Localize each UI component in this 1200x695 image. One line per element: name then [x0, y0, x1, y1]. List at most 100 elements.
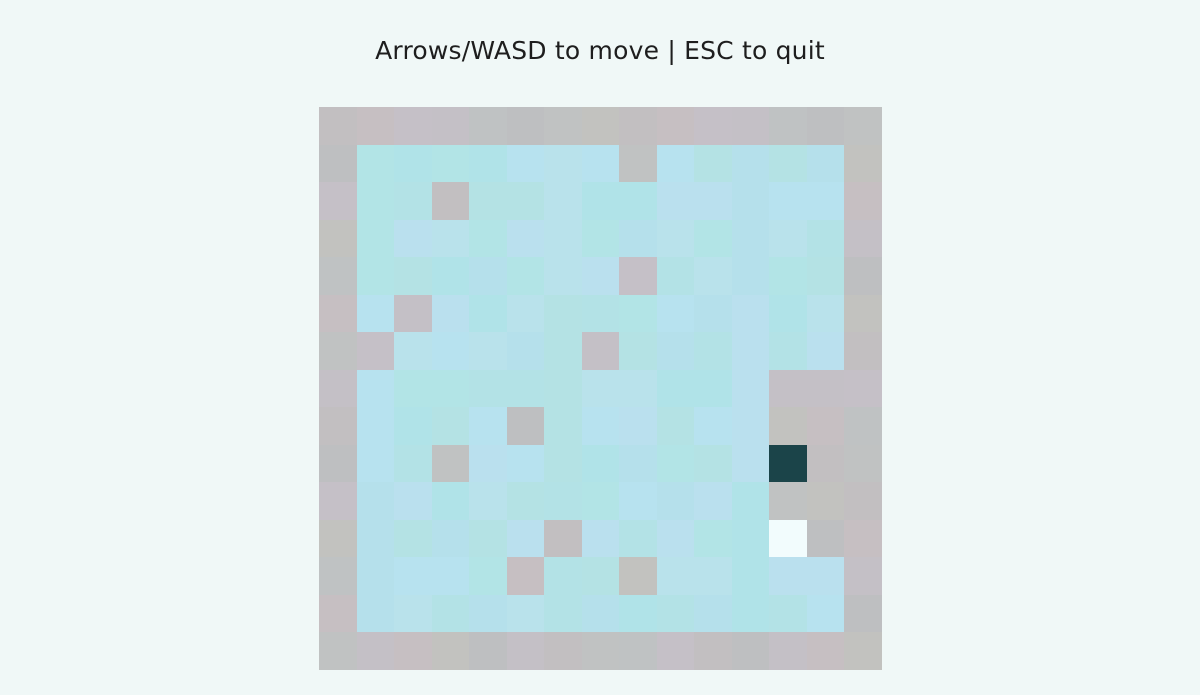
floor-tile — [581, 444, 620, 483]
wall-tile — [619, 144, 657, 183]
wall-tile — [806, 632, 845, 670]
floor-tile — [731, 332, 770, 370]
wall-tile — [319, 294, 357, 333]
floor-tile — [394, 182, 432, 220]
floor-tile — [506, 482, 545, 520]
floor-tile — [506, 144, 545, 183]
wall-tile — [844, 219, 882, 258]
instructions-text: Arrows/WASD to move | ESC to quit — [375, 36, 825, 65]
floor-tile — [394, 557, 432, 595]
floor-tile — [581, 219, 620, 258]
wall-tile — [581, 332, 620, 370]
wall-tile — [769, 407, 807, 445]
floor-tile — [694, 594, 732, 633]
floor-tile — [731, 519, 770, 558]
goal-tile — [769, 519, 807, 558]
wall-tile — [806, 107, 845, 145]
wall-tile — [319, 482, 357, 520]
floor-tile — [544, 407, 582, 445]
floor-tile — [656, 519, 695, 558]
floor-tile — [469, 294, 507, 333]
floor-tile — [394, 407, 432, 445]
floor-tile — [394, 369, 432, 408]
wall-tile — [544, 632, 582, 670]
floor-tile — [769, 144, 807, 183]
floor-tile — [544, 257, 582, 295]
floor-tile — [544, 482, 582, 520]
floor-tile — [619, 369, 657, 408]
wall-tile — [319, 182, 357, 220]
floor-tile — [731, 219, 770, 258]
floor-tile — [356, 144, 395, 183]
wall-tile — [769, 482, 807, 520]
floor-tile — [694, 369, 732, 408]
floor-tile — [731, 144, 770, 183]
floor-tile — [431, 519, 470, 558]
wall-tile — [656, 632, 695, 670]
floor-tile — [769, 219, 807, 258]
floor-tile — [731, 294, 770, 333]
floor-tile — [431, 219, 470, 258]
floor-tile — [506, 519, 545, 558]
floor-tile — [394, 594, 432, 633]
floor-tile — [544, 369, 582, 408]
wall-tile — [431, 182, 470, 220]
floor-tile — [694, 482, 732, 520]
floor-tile — [431, 482, 470, 520]
floor-tile — [656, 219, 695, 258]
floor-tile — [806, 594, 845, 633]
floor-tile — [769, 294, 807, 333]
floor-tile — [394, 519, 432, 558]
floor-tile — [394, 144, 432, 183]
wall-tile — [319, 407, 357, 445]
floor-tile — [806, 144, 845, 183]
wall-tile — [769, 632, 807, 670]
floor-tile — [619, 407, 657, 445]
floor-tile — [581, 144, 620, 183]
wall-tile — [319, 144, 357, 183]
wall-tile — [319, 369, 357, 408]
wall-tile — [581, 632, 620, 670]
floor-tile — [431, 594, 470, 633]
floor-tile — [694, 144, 732, 183]
wall-tile — [844, 144, 882, 183]
floor-tile — [431, 144, 470, 183]
floor-tile — [656, 482, 695, 520]
wall-tile — [806, 444, 845, 483]
floor-tile — [694, 332, 732, 370]
floor-tile — [356, 219, 395, 258]
floor-tile — [656, 407, 695, 445]
floor-tile — [694, 219, 732, 258]
floor-tile — [431, 407, 470, 445]
floor-tile — [731, 444, 770, 483]
wall-tile — [844, 257, 882, 295]
wall-tile — [506, 632, 545, 670]
floor-tile — [656, 332, 695, 370]
floor-tile — [544, 294, 582, 333]
floor-tile — [469, 182, 507, 220]
floor-tile — [656, 144, 695, 183]
floor-tile — [619, 182, 657, 220]
floor-tile — [506, 369, 545, 408]
floor-tile — [356, 594, 395, 633]
wall-tile — [319, 557, 357, 595]
floor-tile — [731, 482, 770, 520]
floor-tile — [769, 594, 807, 633]
floor-tile — [769, 332, 807, 370]
floor-tile — [469, 407, 507, 445]
floor-tile — [581, 407, 620, 445]
floor-tile — [356, 257, 395, 295]
wall-tile — [806, 519, 845, 558]
wall-tile — [544, 107, 582, 145]
floor-tile — [581, 182, 620, 220]
floor-tile — [694, 182, 732, 220]
floor-tile — [394, 444, 432, 483]
wall-tile — [431, 632, 470, 670]
wall-tile — [619, 557, 657, 595]
floor-tile — [506, 219, 545, 258]
floor-tile — [581, 294, 620, 333]
wall-tile — [319, 257, 357, 295]
wall-tile — [619, 107, 657, 145]
floor-tile — [806, 219, 845, 258]
floor-tile — [356, 407, 395, 445]
